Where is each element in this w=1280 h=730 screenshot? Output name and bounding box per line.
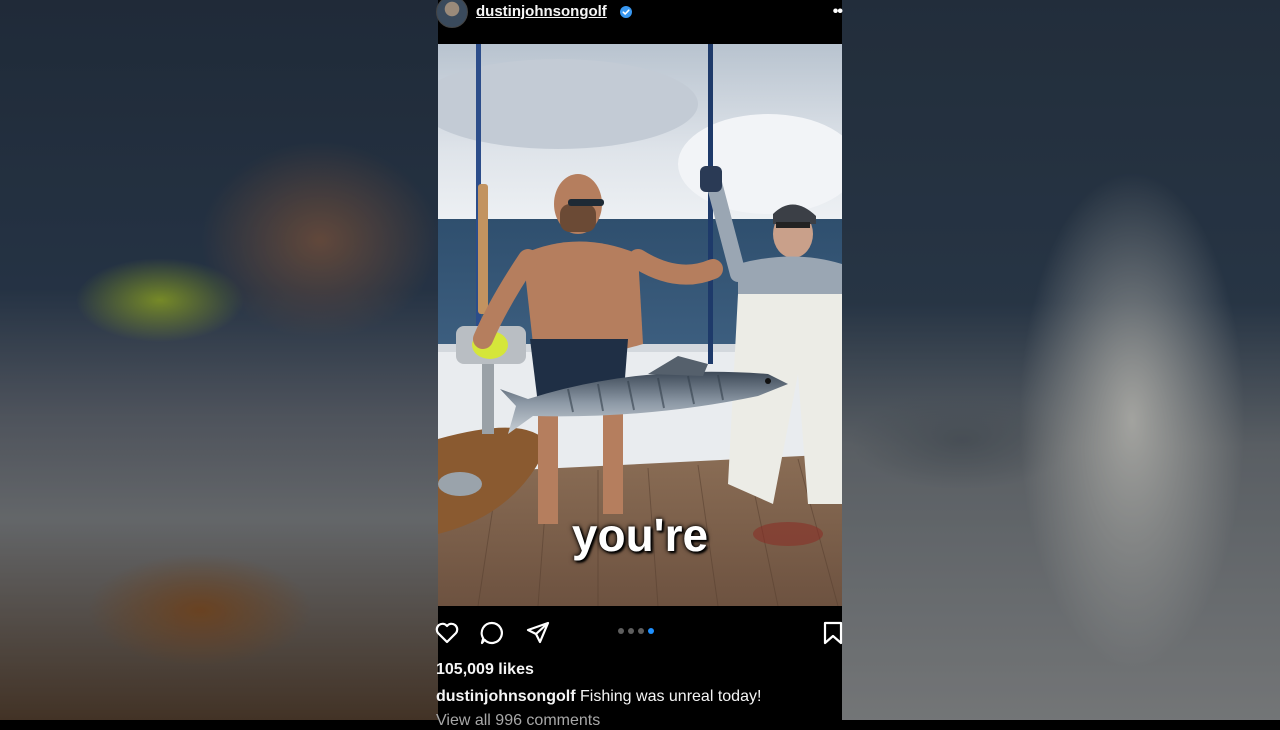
- blurred-background-left: [0, 0, 438, 720]
- caption-username[interactable]: dustinjohnsongolf: [436, 688, 576, 705]
- video-caption-word: you're: [571, 509, 709, 561]
- heart-icon[interactable]: [434, 620, 460, 646]
- carousel-indicator: [618, 628, 654, 634]
- profile-avatar[interactable]: [436, 0, 468, 28]
- carousel-dot: [638, 628, 644, 634]
- view-comments-link[interactable]: View all 996 comments: [436, 712, 600, 730]
- post-caption: dustinjohnsongolf Fishing was unreal tod…: [436, 688, 761, 706]
- more-options-icon[interactable]: ••: [833, 2, 843, 22]
- caption-text: Fishing was unreal today!: [579, 688, 762, 705]
- post-photo[interactable]: you're: [438, 44, 842, 606]
- post-actions-bar: [435, 618, 843, 650]
- blurred-background-right: [842, 0, 1280, 720]
- likes-count[interactable]: 105,009 likes: [436, 661, 534, 679]
- carousel-dot-active: [648, 628, 654, 634]
- post-header: dustinjohnsongolf ••: [436, 0, 843, 44]
- bookmark-icon[interactable]: [820, 620, 846, 646]
- post-username[interactable]: dustinjohnsongolf: [476, 3, 607, 20]
- carousel-dot: [618, 628, 624, 634]
- comment-icon[interactable]: [479, 620, 505, 646]
- carousel-dot: [628, 628, 634, 634]
- share-icon[interactable]: [525, 620, 551, 646]
- instagram-post: dustinjohnsongolf •• you're 105,009 like…: [435, 0, 843, 729]
- verified-badge-icon: [620, 6, 632, 18]
